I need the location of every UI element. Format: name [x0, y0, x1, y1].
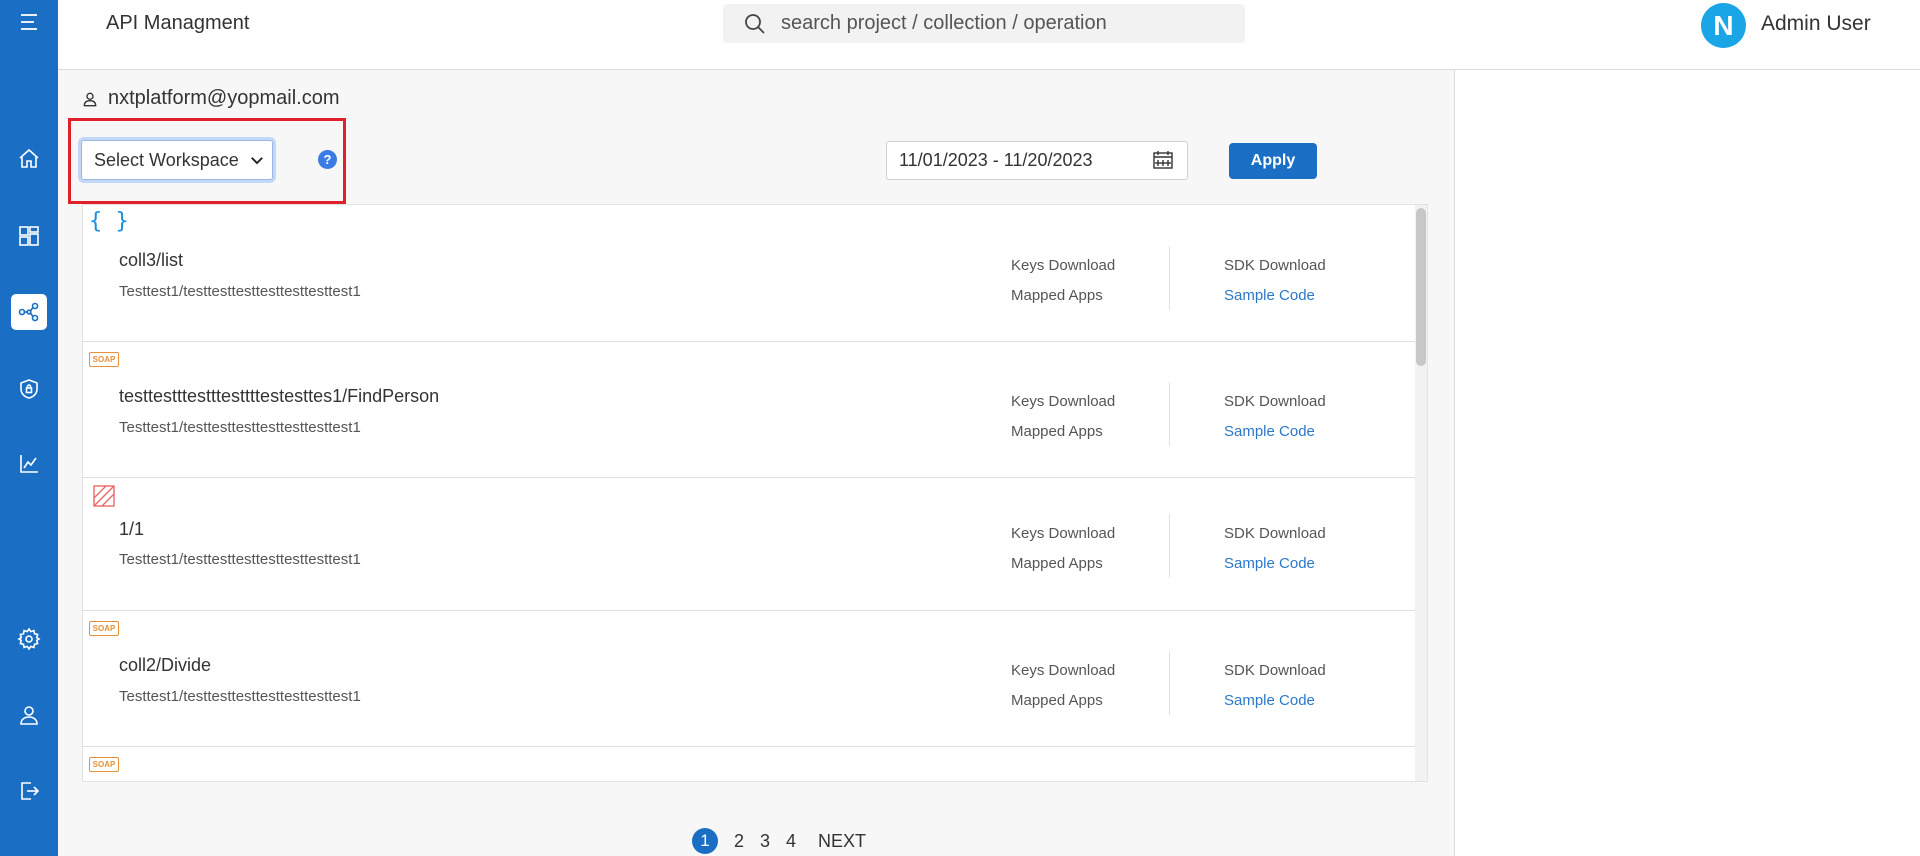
list-item[interactable]: SOAP testtestttestttesttttestesttes1/Fin… — [83, 342, 1417, 478]
right-panel — [1454, 70, 1920, 856]
soap-badge-icon: SOAP — [89, 621, 119, 636]
rest-api-icon: { } — [89, 209, 129, 234]
date-range-input[interactable]: 11/01/2023 - 11/20/2023 — [886, 141, 1188, 180]
next-page-button[interactable]: NEXT — [818, 831, 866, 852]
sdk-download-link[interactable]: SDK Download — [1224, 662, 1326, 679]
pagination: 1 2 3 4 NEXT — [692, 828, 882, 854]
search-input[interactable] — [781, 12, 1221, 35]
operation-name[interactable]: coll2/Divide — [119, 655, 211, 676]
list-scrollbar[interactable] — [1415, 205, 1427, 781]
calendar-icon[interactable] — [1153, 151, 1173, 169]
shield-lock-icon[interactable] — [11, 371, 47, 407]
mapped-apps-link[interactable]: Mapped Apps — [1011, 423, 1103, 440]
sample-code-link[interactable]: Sample Code — [1224, 555, 1315, 572]
top-header: API Managment N Admin User — [58, 0, 1920, 70]
row-divider — [1169, 382, 1170, 446]
mapped-apps-link[interactable]: Mapped Apps — [1011, 287, 1103, 304]
date-range-value: 11/01/2023 - 11/20/2023 — [899, 150, 1093, 170]
workspace-select-value: Select Workspace — [94, 149, 239, 170]
logout-icon[interactable] — [11, 773, 47, 809]
avatar[interactable]: N — [1701, 3, 1746, 48]
help-icon[interactable]: ? — [318, 150, 337, 169]
user-icon — [83, 92, 97, 106]
sample-code-link[interactable]: Sample Code — [1224, 287, 1315, 304]
soap-badge-icon: SOAP — [89, 757, 119, 772]
search-icon — [745, 13, 765, 34]
menu-icon[interactable] — [11, 4, 47, 40]
home-icon[interactable] — [11, 141, 47, 177]
row-divider — [1169, 651, 1170, 715]
keys-download-link[interactable]: Keys Download — [1011, 525, 1115, 542]
operation-path: Testtest1/testtesttesttesttesttesttest1 — [119, 419, 361, 436]
list-item[interactable]: 1/1 Testtest1/testtesttesttesttesttestte… — [83, 478, 1417, 611]
apply-button[interactable]: Apply — [1229, 143, 1317, 179]
page-1-button[interactable]: 1 — [692, 828, 718, 854]
mapped-apps-link[interactable]: Mapped Apps — [1011, 555, 1103, 572]
list-item[interactable]: SOAP coll2/Divide Testtest1/testtesttest… — [83, 611, 1417, 747]
main-content: nxtplatform@yopmail.com Select Workspace… — [58, 70, 1454, 856]
page-4-button[interactable]: 4 — [786, 831, 796, 852]
sidebar — [0, 0, 58, 856]
chevron-down-icon — [251, 157, 263, 165]
row-divider — [1169, 514, 1170, 578]
keys-download-link[interactable]: Keys Download — [1011, 393, 1115, 410]
operation-name[interactable]: 1/1 — [119, 519, 144, 540]
list-item[interactable]: SOAP — [83, 747, 1417, 781]
gear-icon[interactable] — [11, 621, 47, 657]
share-network-icon[interactable] — [11, 294, 47, 330]
mapped-apps-link[interactable]: Mapped Apps — [1011, 692, 1103, 709]
operation-name[interactable]: testtestttestttesttttestesttes1/FindPers… — [119, 386, 439, 407]
keys-download-link[interactable]: Keys Download — [1011, 662, 1115, 679]
workspace-select[interactable]: Select Workspace — [81, 140, 273, 180]
broken-image-icon — [93, 485, 115, 507]
page-2-button[interactable]: 2 — [734, 831, 744, 852]
email-text: nxtplatform@yopmail.com — [108, 87, 340, 109]
operation-path: Testtest1/testtesttesttesttesttesttest1 — [119, 283, 361, 300]
page-3-button[interactable]: 3 — [760, 831, 770, 852]
sdk-download-link[interactable]: SDK Download — [1224, 525, 1326, 542]
operation-path: Testtest1/testtesttesttesttesttesttest1 — [119, 551, 361, 568]
app-title: API Managment — [106, 12, 250, 34]
search-bar[interactable] — [723, 4, 1245, 43]
keys-download-link[interactable]: Keys Download — [1011, 257, 1115, 274]
user-name[interactable]: Admin User — [1761, 12, 1871, 36]
dashboard-icon[interactable] — [11, 218, 47, 254]
account-email: nxtplatform@yopmail.com — [82, 87, 339, 110]
user-icon[interactable] — [11, 697, 47, 733]
list-item[interactable]: { } coll3/list Testtest1/testtesttesttes… — [83, 205, 1417, 342]
sdk-download-link[interactable]: SDK Download — [1224, 257, 1326, 274]
sample-code-link[interactable]: Sample Code — [1224, 423, 1315, 440]
analytics-chart-icon[interactable] — [11, 446, 47, 482]
sample-code-link[interactable]: Sample Code — [1224, 692, 1315, 709]
operations-list: { } coll3/list Testtest1/testtesttesttes… — [82, 204, 1428, 782]
operation-path: Testtest1/testtesttesttesttesttesttest1 — [119, 688, 361, 705]
soap-badge-icon: SOAP — [89, 352, 119, 367]
row-divider — [1169, 246, 1170, 310]
sdk-download-link[interactable]: SDK Download — [1224, 393, 1326, 410]
scrollbar-thumb[interactable] — [1416, 208, 1426, 366]
operation-name[interactable]: coll3/list — [119, 250, 183, 271]
